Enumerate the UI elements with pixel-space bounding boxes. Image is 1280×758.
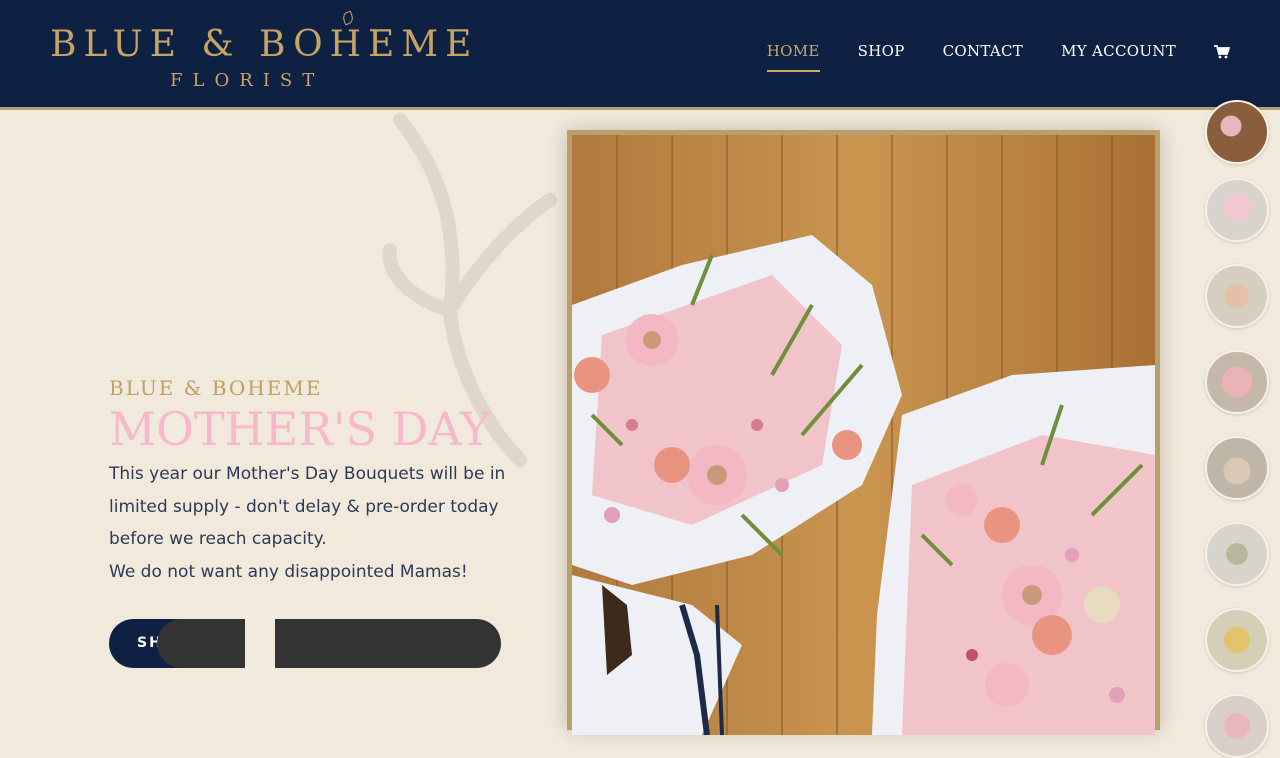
hero-description-line: We do not want any disappointed Mamas!: [109, 561, 468, 582]
brand-name: BLUE & BOHEME: [50, 24, 479, 65]
nav-shop[interactable]: SHOP: [858, 42, 905, 72]
bouquet-photo: [572, 135, 1155, 735]
brand-tagline: FLORIST: [170, 70, 325, 91]
hero-description-line: This year our Mother's Day Bouquets will…: [109, 464, 506, 549]
shop-now-button[interactable]: SH: [109, 619, 245, 668]
nav-home[interactable]: HOME: [766, 42, 820, 72]
nav-contact[interactable]: CONTACT: [943, 42, 1024, 72]
secondary-button[interactable]: [275, 619, 501, 668]
gallery-thumbnail[interactable]: [1205, 350, 1269, 414]
gallery-thumbnail[interactable]: [1205, 100, 1269, 164]
hero-description: This year our Mother's Day Bouquets will…: [109, 458, 509, 588]
gallery-thumbnail[interactable]: [1205, 436, 1269, 500]
brand-logo[interactable]: BLUE & BOHEME FLORIST: [50, 10, 471, 98]
button-overlay: [157, 619, 245, 668]
gallery-thumbnail[interactable]: [1205, 522, 1269, 586]
hero-image-frame: [567, 130, 1160, 735]
nav-my-account[interactable]: MY ACCOUNT: [1061, 42, 1176, 72]
main-nav: HOME SHOP CONTACT MY ACCOUNT: [766, 42, 1230, 72]
gallery-thumbnail[interactable]: [1205, 178, 1269, 242]
hero-text-block: BLUE & BOHEME MOTHER'S DAY This year our…: [109, 376, 529, 588]
shopping-cart-icon[interactable]: [1214, 45, 1230, 59]
gallery-thumbnail[interactable]: [1205, 264, 1269, 328]
gallery-thumbnail[interactable]: [1205, 608, 1269, 672]
hero-image[interactable]: [572, 135, 1155, 735]
site-header: BLUE & BOHEME FLORIST HOME SHOP CONTACT …: [0, 0, 1280, 110]
hero-eyebrow: BLUE & BOHEME: [109, 376, 323, 400]
gallery-thumbnail[interactable]: [1205, 694, 1269, 758]
hero-title: MOTHER'S DAY: [109, 402, 491, 456]
